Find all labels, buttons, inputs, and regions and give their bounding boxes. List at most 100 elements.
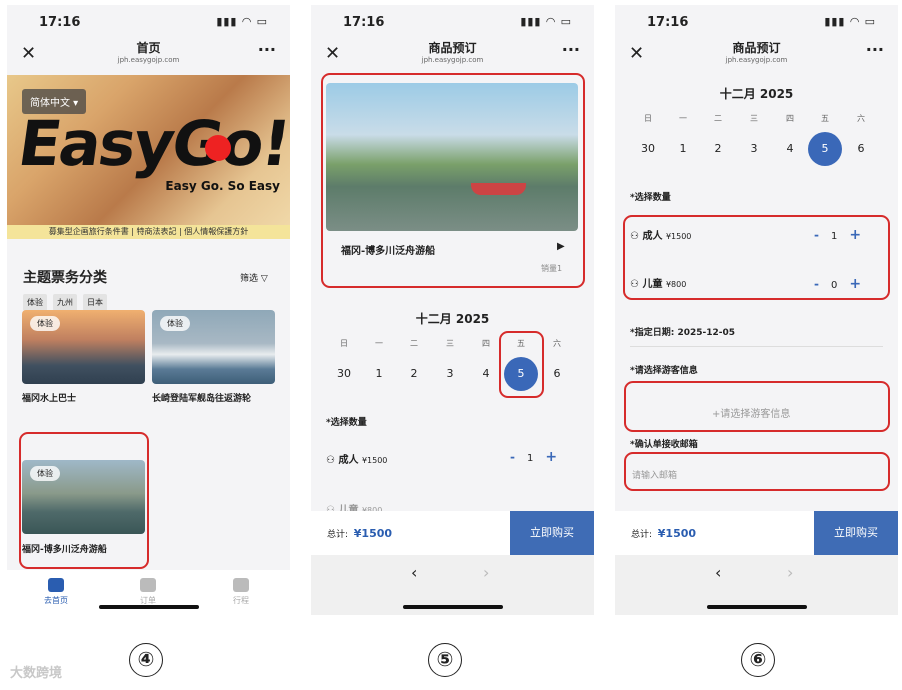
traveler-title: *请选择游客信息 bbox=[630, 366, 698, 376]
quantity-title: *选择数量 bbox=[326, 418, 367, 428]
weekday: 日 bbox=[644, 114, 652, 123]
brand-logo: EasyGo! bbox=[13, 107, 290, 180]
divider bbox=[630, 346, 883, 347]
weekday: 二 bbox=[410, 339, 418, 348]
browser-toolbar: ‹ › bbox=[615, 555, 898, 615]
tab-home[interactable]: 去首页 bbox=[31, 578, 81, 606]
calendar-day[interactable]: 4 bbox=[474, 367, 498, 380]
card-tag: 体验 bbox=[160, 316, 190, 331]
calendar-day[interactable]: 3 bbox=[742, 142, 766, 155]
total-label: 总计: bbox=[631, 530, 653, 540]
logo-red-dot bbox=[205, 135, 231, 161]
weekday: 三 bbox=[750, 114, 758, 123]
tab-label: 行程 bbox=[233, 596, 249, 605]
calendar-day[interactable]: 1 bbox=[367, 367, 391, 380]
legal-links-strip[interactable]: 募集型企画旅行条件書 | 特商法表記 | 個人情報保護方針 bbox=[7, 225, 290, 239]
total-value: ¥1500 bbox=[353, 527, 393, 540]
tab-itinerary[interactable]: 行程 bbox=[216, 578, 266, 606]
calendar-day[interactable]: 1 bbox=[671, 142, 695, 155]
weekday: 四 bbox=[482, 339, 490, 348]
close-icon[interactable]: ✕ bbox=[325, 43, 340, 64]
home-indicator bbox=[707, 605, 807, 609]
status-time: 17:16 bbox=[39, 15, 81, 30]
forward-icon[interactable]: › bbox=[787, 563, 793, 582]
total: 总计: ¥1500 bbox=[631, 527, 696, 540]
close-icon[interactable]: ✕ bbox=[629, 43, 644, 64]
buy-now-button[interactable]: 立即购买 bbox=[510, 511, 594, 555]
signal-wifi-battery-icon: ▮▮▮ ◠ ▭ bbox=[216, 15, 268, 28]
calendar-day[interactable]: 2 bbox=[402, 367, 426, 380]
adult-qty: 1 bbox=[526, 453, 534, 464]
calendar-day[interactable]: 6 bbox=[545, 367, 569, 380]
phone-screen-booking-form: 17:16 ▮▮▮ ◠ ▭ ✕ 商品预订 jph.easygojp.com ··… bbox=[615, 5, 898, 615]
person-icon bbox=[233, 578, 249, 592]
forward-icon[interactable]: › bbox=[483, 563, 489, 582]
brand-slogan: Easy Go. So Easy bbox=[165, 179, 280, 193]
phone-screen-booking: 17:16 ▮▮▮ ◠ ▭ ✕ 商品预订 jph.easygojp.com ··… bbox=[311, 5, 594, 615]
highlight-box bbox=[19, 432, 149, 569]
calendar-day-selected[interactable]: 5 bbox=[808, 132, 842, 166]
date-label: *指定日期: 2025-12-05 bbox=[630, 328, 736, 338]
signal-wifi-battery-icon: ▮▮▮ ◠ ▭ bbox=[824, 15, 876, 28]
person-icon: ⚇ bbox=[326, 455, 335, 466]
checkout-bar: 总计: ¥1500 立即购买 bbox=[615, 511, 898, 555]
checkout-bar: 总计: ¥1500 立即购买 bbox=[311, 511, 594, 555]
adult-stepper: -1 + bbox=[510, 449, 557, 465]
weekday: 六 bbox=[857, 114, 865, 123]
phone-screen-home: 17:16 ▮▮▮ ◠ ▭ ✕ 首页 jph.easygojp.com ··· … bbox=[7, 5, 290, 615]
calendar-day[interactable]: 3 bbox=[438, 367, 462, 380]
calendar-day[interactable]: 4 bbox=[778, 142, 802, 155]
more-icon[interactable]: ··· bbox=[866, 40, 884, 59]
card-image[interactable]: 体验 bbox=[152, 310, 275, 384]
weekday: 一 bbox=[679, 114, 687, 123]
more-icon[interactable]: ··· bbox=[562, 40, 580, 59]
close-icon[interactable]: ✕ bbox=[21, 43, 36, 64]
weekday: 二 bbox=[714, 114, 722, 123]
calendar-day[interactable]: 30 bbox=[636, 142, 660, 155]
weekday: 一 bbox=[375, 339, 383, 348]
total: 总计: ¥1500 bbox=[327, 527, 392, 540]
card-tag: 体验 bbox=[30, 316, 60, 331]
step-number: ④ bbox=[129, 643, 163, 677]
chip-tag[interactable]: 日本 bbox=[83, 294, 107, 311]
nav-bar: ✕ 商品预订 jph.easygojp.com ··· bbox=[311, 37, 594, 75]
browser-toolbar: ‹ › bbox=[311, 555, 594, 615]
signal-wifi-battery-icon: ▮▮▮ ◠ ▭ bbox=[520, 15, 572, 28]
more-icon[interactable]: ··· bbox=[258, 40, 276, 59]
status-bar: 17:16 ▮▮▮ ◠ ▭ bbox=[615, 5, 898, 37]
adult-price: ¥1500 bbox=[361, 456, 388, 465]
back-icon[interactable]: ‹ bbox=[411, 563, 417, 582]
calendar-month: 十二月 2025 bbox=[719, 87, 794, 101]
plus-button[interactable]: + bbox=[545, 449, 557, 465]
total-value: ¥1500 bbox=[657, 527, 697, 540]
total-label: 总计: bbox=[327, 530, 349, 540]
page-title: 首页 bbox=[136, 41, 161, 55]
highlight-box bbox=[623, 215, 890, 300]
step-number: ⑥ bbox=[741, 643, 775, 677]
back-icon[interactable]: ‹ bbox=[715, 563, 721, 582]
calendar-day[interactable]: 6 bbox=[849, 142, 873, 155]
card-caption[interactable]: 福冈水上巴士 bbox=[22, 391, 76, 404]
minus-button[interactable]: - bbox=[510, 450, 515, 464]
tab-orders[interactable]: 订单 bbox=[123, 578, 173, 606]
buy-now-button[interactable]: 立即购买 bbox=[814, 511, 898, 555]
nav-bar: ✕ 首页 jph.easygojp.com ··· bbox=[7, 37, 290, 75]
calendar-day[interactable]: 30 bbox=[332, 367, 356, 380]
email-title: *确认单接收邮箱 bbox=[630, 440, 698, 450]
page-url: jph.easygojp.com bbox=[421, 56, 484, 64]
status-bar: 17:16 ▮▮▮ ◠ ▭ bbox=[7, 5, 290, 37]
chip-tag[interactable]: 九州 bbox=[53, 294, 77, 311]
hero-banner[interactable]: 简体中文 ▾ EasyGo! Easy Go. So Easy bbox=[7, 75, 290, 225]
watermark: 大数跨境 bbox=[10, 666, 63, 681]
highlight-box bbox=[321, 73, 585, 288]
page-title: 商品预订 bbox=[732, 41, 781, 55]
bottom-tab-bar: 去首页 订单 行程 bbox=[7, 570, 290, 615]
filter-button[interactable]: 筛选 ▽ bbox=[240, 271, 268, 284]
card-image[interactable]: 体验 bbox=[22, 310, 145, 384]
calendar-day[interactable]: 2 bbox=[706, 142, 730, 155]
chip-tag[interactable]: 体验 bbox=[23, 294, 47, 311]
weekday: 六 bbox=[553, 339, 561, 348]
card-caption[interactable]: 长崎登陆军舰岛往返游轮 bbox=[152, 391, 251, 404]
status-time: 17:16 bbox=[343, 15, 385, 30]
highlight-box bbox=[499, 331, 544, 398]
